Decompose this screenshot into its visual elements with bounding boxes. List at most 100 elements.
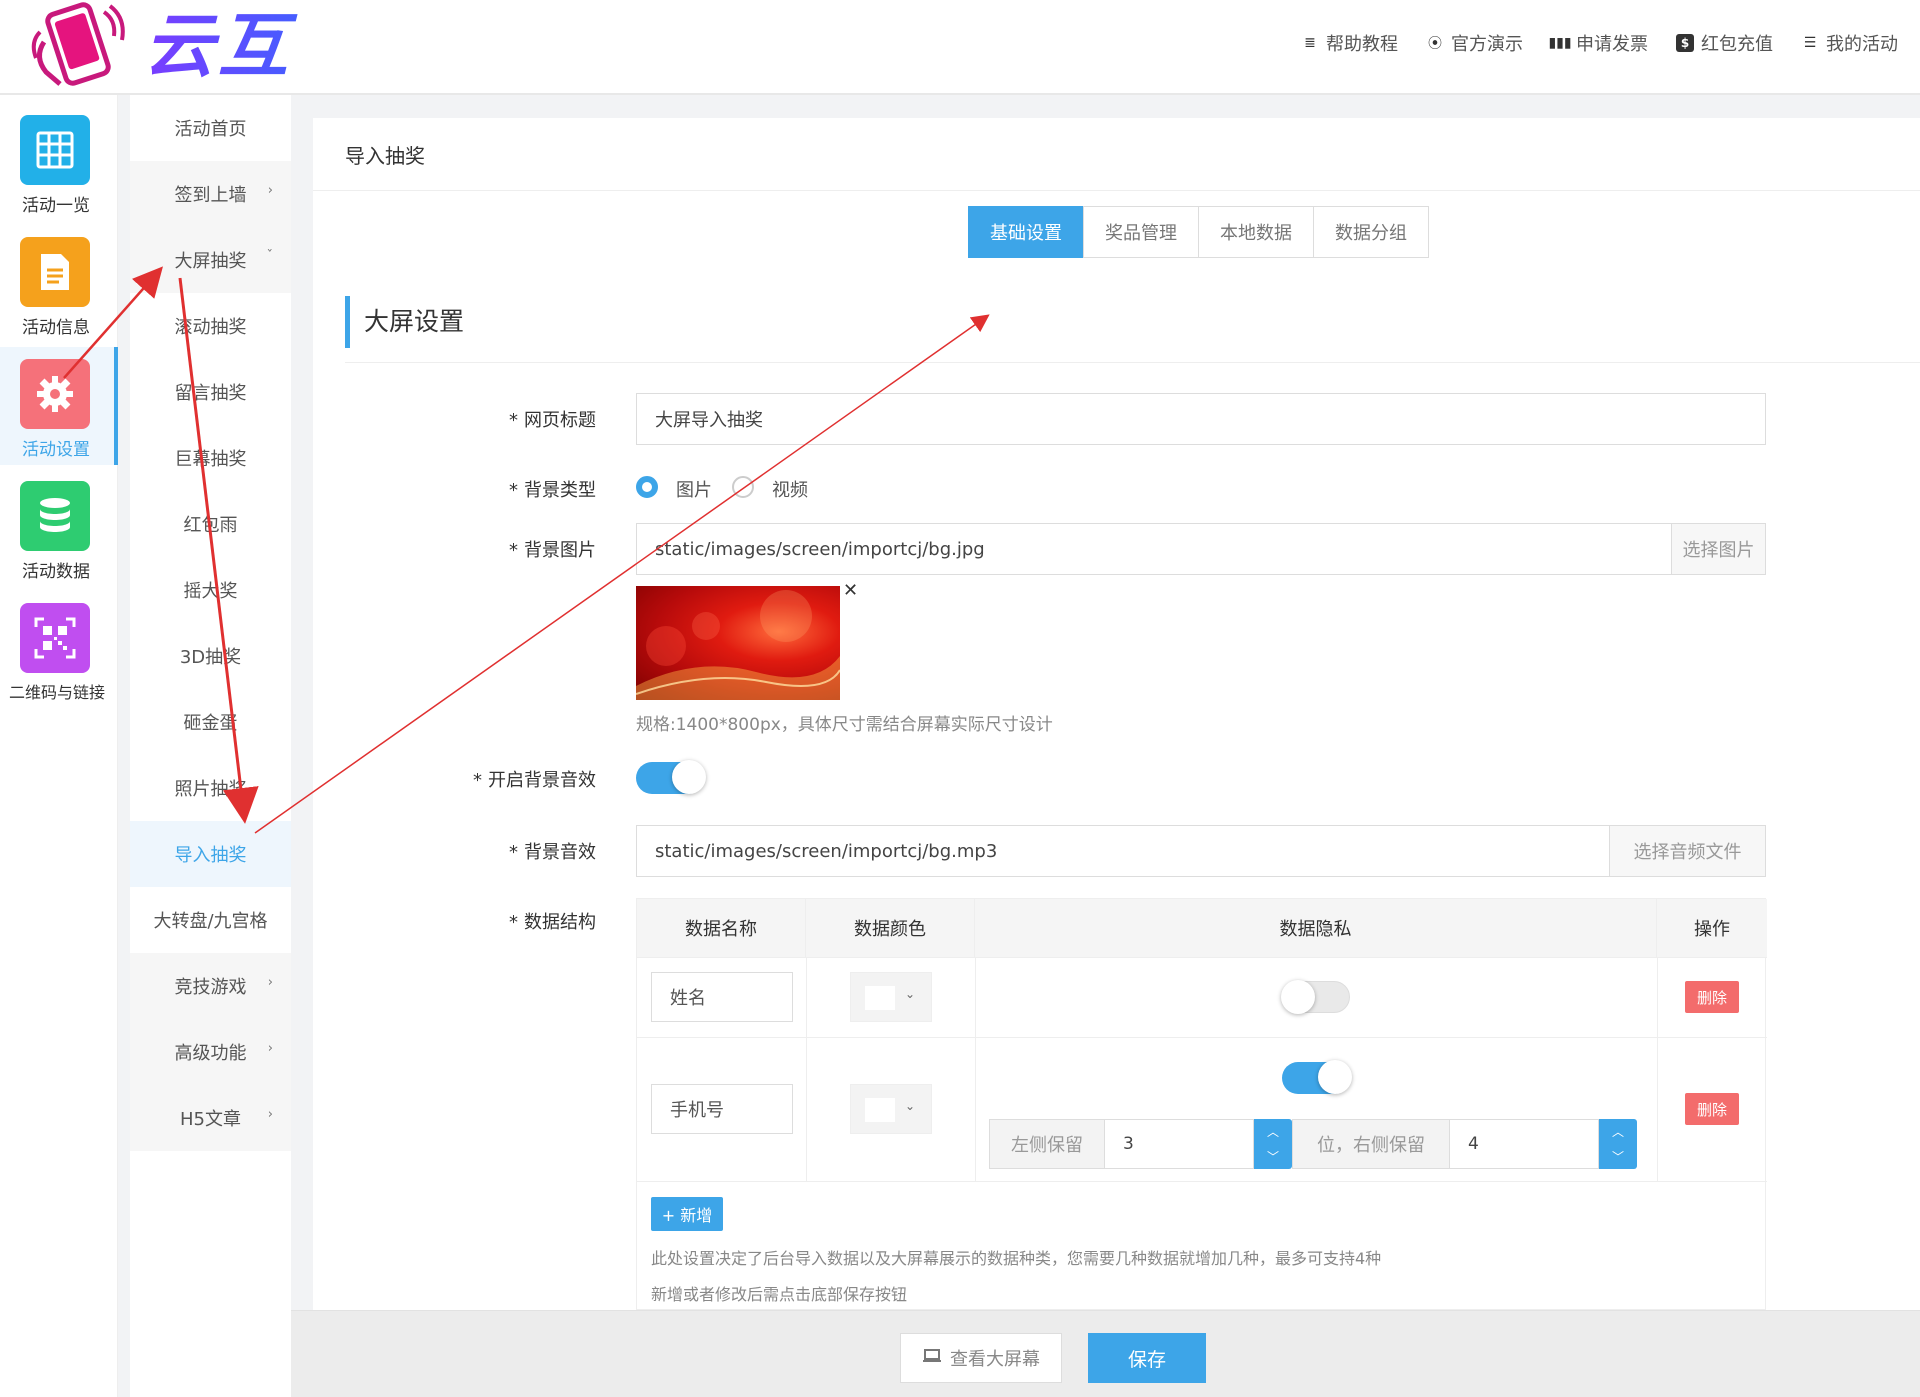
chevron-down-icon: ⌄ xyxy=(905,1099,916,1113)
toggle-knob xyxy=(672,760,706,794)
submenu-item-golden-egg[interactable]: 砸金蛋 xyxy=(130,689,291,755)
privacy-toggle[interactable] xyxy=(1282,1060,1352,1094)
save-button[interactable]: 保存 xyxy=(1088,1333,1206,1383)
submenu-item-photo-lottery[interactable]: 照片抽奖 xyxy=(130,755,291,821)
bg-sound-toggle[interactable] xyxy=(636,760,706,794)
iconbar-item-qrcode[interactable]: 二维码与链接 xyxy=(0,591,118,709)
data-struct-label: * 数据结构 xyxy=(509,912,596,933)
topnav-label: 红包充值 xyxy=(1701,34,1773,55)
view-screen-button[interactable]: 查看大屏幕 xyxy=(900,1333,1062,1383)
choose-audio-button[interactable]: 选择音频文件 xyxy=(1609,825,1766,877)
right-keep-stepper[interactable]: ︿ ﹀ xyxy=(1599,1119,1637,1169)
data-struct-table: 数据名称 数据颜色 数据隐私 操作 姓名 ⌄ 删除 手机号 ⌄ 左侧保留 3 ︿… xyxy=(636,898,1767,1310)
chevron-up-icon: ︿ xyxy=(1266,1125,1279,1139)
bg-type-video-radio[interactable] xyxy=(732,476,754,498)
section-title: 大屏设置 xyxy=(345,296,464,348)
left-keep-input[interactable]: 3 xyxy=(1104,1119,1254,1169)
bg-image-hint: 规格:1400*800px，具体尺寸需结合屏幕实际尺寸设计 xyxy=(636,715,1053,735)
bg-type-image-radio[interactable] xyxy=(636,476,658,498)
list-bullets-icon: ☰ xyxy=(1803,35,1817,51)
row-divider xyxy=(637,1181,1767,1182)
topnav-demo[interactable]: ⦿ 官方演示 xyxy=(1426,30,1523,56)
database-icon xyxy=(20,481,90,551)
radio-label: 图片 xyxy=(676,480,712,501)
submenu-item-message-lottery[interactable]: 留言抽奖 xyxy=(130,359,291,425)
submenu-item-import-lottery[interactable]: 导入抽奖 xyxy=(130,821,291,887)
topnav-invoice[interactable]: ▮▮▮ 申请发票 xyxy=(1548,30,1648,56)
page-title-input[interactable]: 大屏导入抽奖 xyxy=(636,393,1766,445)
tab-basic-settings[interactable]: 基础设置 xyxy=(968,206,1084,258)
left-keep-label: 左侧保留 xyxy=(989,1119,1105,1169)
iconbar-label: 活动信息 xyxy=(22,318,90,338)
submenu-item-screen-lottery[interactable]: 大屏抽奖 ˇ xyxy=(130,227,291,293)
choose-image-button[interactable]: 选择图片 xyxy=(1671,523,1766,575)
submenu-item-h5-article[interactable]: H5文章 › xyxy=(130,1085,291,1151)
brand-logo[interactable]: 云互动 xyxy=(22,0,362,171)
toggle-knob xyxy=(1281,980,1315,1014)
submenu-label: 红包雨 xyxy=(183,515,238,536)
color-swatch xyxy=(865,986,895,1010)
iconbar-item-settings[interactable]: 活动设置 xyxy=(0,347,118,465)
submenu-item-wheel-grid[interactable]: 大转盘/九宫格 xyxy=(130,887,291,953)
submenu-label: 摇大奖 xyxy=(183,581,238,602)
chevron-down-icon: ⌄ xyxy=(905,987,916,1001)
bg-type-label: * 背景类型 xyxy=(509,480,596,501)
data-color-picker[interactable]: ⌄ xyxy=(850,1084,932,1134)
topnav-my-activities[interactable]: ☰ 我的活动 xyxy=(1801,30,1898,56)
tab-prize-management[interactable]: 奖品管理 xyxy=(1083,206,1199,258)
submenu-label: H5文章 xyxy=(180,1109,241,1130)
topnav-recharge[interactable]: $ 红包充值 xyxy=(1676,30,1773,56)
submenu-label: 砸金蛋 xyxy=(183,713,238,734)
privacy-toggle[interactable] xyxy=(1281,980,1350,1014)
submenu-item-3d-lottery[interactable]: 3D抽奖 xyxy=(130,623,291,689)
tab-local-data[interactable]: 本地数据 xyxy=(1198,206,1314,258)
delete-row-button[interactable]: 删除 xyxy=(1685,1093,1739,1125)
list-icon: ≣ xyxy=(1304,35,1316,51)
add-row-button[interactable]: + 新增 xyxy=(651,1197,723,1231)
iconbar-item-data[interactable]: 活动数据 xyxy=(0,469,118,587)
topnav-help[interactable]: ≣ 帮助教程 xyxy=(1301,30,1398,56)
column-header: 数据颜色 xyxy=(806,899,975,957)
data-name-input[interactable]: 手机号 xyxy=(651,1084,793,1134)
chevron-down-icon: ˇ xyxy=(266,249,274,264)
toggle-knob xyxy=(1318,1060,1352,1094)
submenu-item-home[interactable]: 活动首页 xyxy=(130,95,291,161)
bg-sound-path-input[interactable]: static/images/screen/importcj/bg.mp3 xyxy=(636,825,1610,877)
gear-icon xyxy=(20,359,90,429)
right-keep-input[interactable]: 4 xyxy=(1449,1119,1599,1169)
document-icon xyxy=(20,237,90,307)
submenu-label: 留言抽奖 xyxy=(174,383,247,404)
bg-image-path-input[interactable]: static/images/screen/importcj/bg.jpg xyxy=(636,523,1672,575)
submenu-item-advanced[interactable]: 高级功能 › xyxy=(130,1019,291,1085)
left-keep-stepper[interactable]: ︿ ﹀ xyxy=(1254,1119,1292,1169)
submenu-item-shake-prize[interactable]: 摇大奖 xyxy=(130,557,291,623)
submenu-item-checkin-wall[interactable]: 签到上墙 › xyxy=(130,161,291,227)
laptop-icon xyxy=(922,1348,942,1369)
submenu-item-red-packet-rain[interactable]: 红包雨 xyxy=(130,491,291,557)
iconbar-label: 二维码与链接 xyxy=(8,683,105,702)
column-header: 数据名称 xyxy=(637,899,806,957)
color-swatch xyxy=(865,1098,895,1122)
barcode-icon: ▮▮▮ xyxy=(1548,35,1572,51)
data-name-input[interactable]: 姓名 xyxy=(651,972,793,1022)
top-header: 云互动 ≣ 帮助教程 ⦿ 官方演示 ▮▮▮申请发票 $ 红包充值 ☰ 我的活动 xyxy=(0,0,1920,171)
chevron-up-icon: ︿ xyxy=(1611,1125,1624,1139)
chevron-down-icon: ﹀ xyxy=(1266,1150,1279,1164)
delete-row-button[interactable]: 删除 xyxy=(1685,981,1739,1013)
phone-logo-icon xyxy=(31,2,125,86)
bg-image-label: * 背景图片 xyxy=(509,540,596,561)
submenu-item-giant-lottery[interactable]: 巨幕抽奖 xyxy=(130,425,291,491)
submenu-item-rolling-lottery[interactable]: 滚动抽奖 xyxy=(130,293,291,359)
submenu-label: 大转盘/九宫格 xyxy=(153,911,268,932)
iconbar-item-overview[interactable]: 活动一览 xyxy=(0,103,118,221)
data-color-picker[interactable]: ⌄ xyxy=(850,972,932,1022)
settings-tabs: 基础设置 奖品管理 本地数据 数据分组 xyxy=(968,206,1429,258)
tab-data-groups[interactable]: 数据分组 xyxy=(1313,206,1429,258)
qrcode-icon xyxy=(20,603,90,673)
submenu-label: 滚动抽奖 xyxy=(174,317,247,338)
iconbar-item-info[interactable]: 活动信息 xyxy=(0,225,118,343)
submenu-label: 签到上墙 xyxy=(174,185,247,206)
remove-image-icon[interactable]: ✕ xyxy=(843,580,858,601)
topnav-label: 申请发票 xyxy=(1576,34,1648,55)
submenu-item-games[interactable]: 竞技游戏 › xyxy=(130,953,291,1019)
